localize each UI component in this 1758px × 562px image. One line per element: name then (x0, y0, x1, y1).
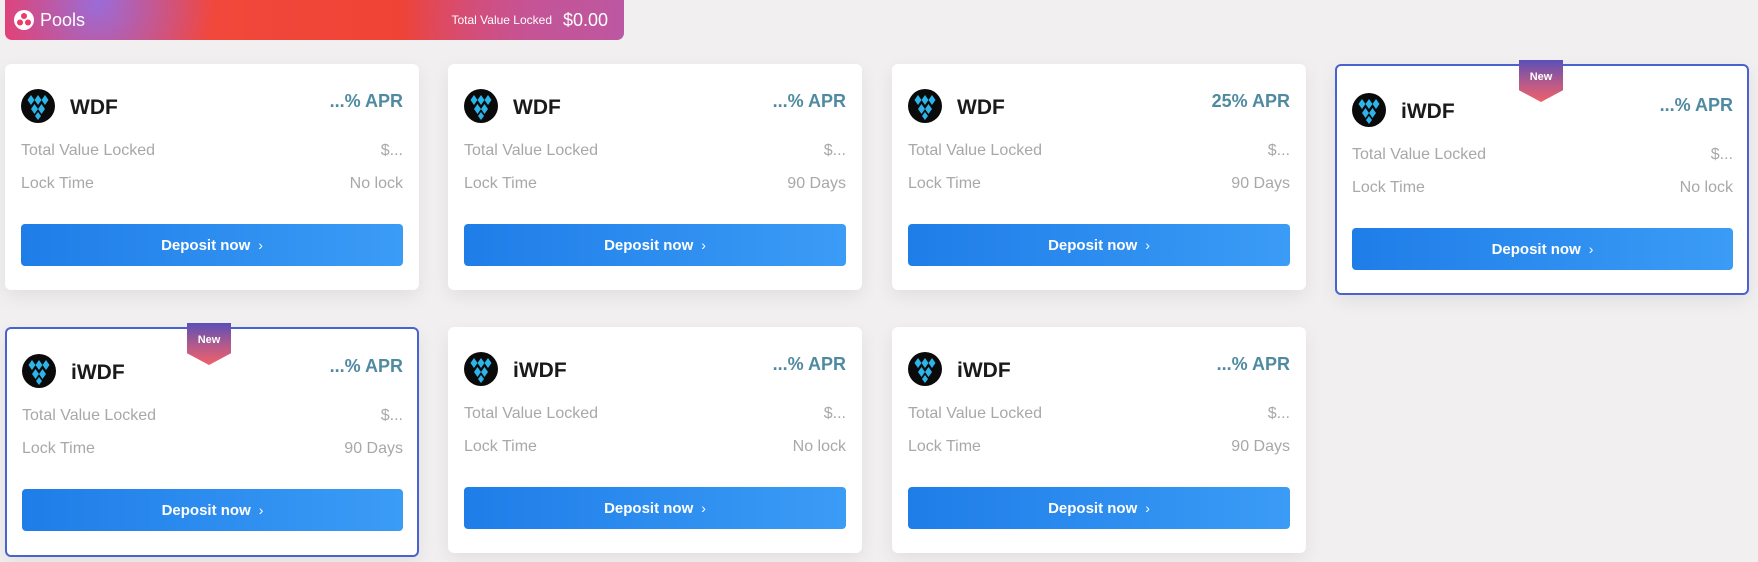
deposit-now-button[interactable]: Deposit now › (908, 224, 1290, 266)
token-name: iWDF (513, 359, 567, 382)
tvl-label: Total Value Locked (22, 407, 157, 424)
pool-card: iWDF ...% APR Total Value Locked $... Lo… (448, 327, 862, 553)
pools-header: Pools Total Value Locked $0.00 (5, 0, 624, 40)
deposit-label: Deposit now (1048, 499, 1138, 517)
lock-time-value: No lock (349, 175, 403, 192)
tvl-label: Total Value Locked (1352, 146, 1487, 163)
pool-card: iWDF ...% APR Total Value Locked $... Lo… (892, 327, 1306, 553)
tvl-label: Total Value Locked (908, 142, 1043, 159)
wdf-token-logo-icon (908, 352, 942, 386)
lock-time-value: 90 Days (344, 440, 403, 457)
apr-value: 25% APR (1211, 91, 1290, 111)
deposit-label: Deposit now (1491, 240, 1581, 258)
lock-time-label: Lock Time (464, 438, 537, 455)
deposit-label: Deposit now (1048, 236, 1138, 254)
total-value-locked-value: $0.00 (562, 10, 608, 30)
chevron-right-icon: › (1145, 500, 1150, 516)
lock-time-label: Lock Time (1352, 179, 1425, 196)
lock-time-label: Lock Time (464, 175, 537, 192)
tvl-label: Total Value Locked (464, 405, 599, 422)
deposit-now-button[interactable]: Deposit now › (21, 224, 403, 266)
apr-value: ...% APR (329, 91, 403, 111)
deposit-label: Deposit now (161, 501, 251, 519)
lock-time-value: 90 Days (1231, 175, 1290, 192)
wdf-token-logo-icon (1352, 93, 1386, 127)
deposit-now-button[interactable]: Deposit now › (464, 487, 846, 529)
token-name: iWDF (957, 359, 1011, 382)
new-badge: New (187, 323, 231, 365)
lock-time-value: 90 Days (787, 175, 846, 192)
tvl-value: $... (823, 142, 846, 159)
wdf-token-logo-icon (21, 89, 55, 123)
tvl-label: Total Value Locked (21, 142, 156, 159)
deposit-now-button[interactable]: Deposit now › (22, 489, 403, 531)
pools-icon (14, 10, 34, 30)
tvl-value: $... (823, 405, 846, 422)
chevron-right-icon: › (1145, 237, 1150, 253)
lock-time-label: Lock Time (908, 438, 981, 455)
apr-value: ...% APR (772, 354, 846, 374)
lock-time-label: Lock Time (908, 175, 981, 192)
tvl-value: $... (380, 407, 403, 424)
deposit-now-button[interactable]: Deposit now › (464, 224, 846, 266)
lock-time-value: 90 Days (1231, 438, 1290, 455)
token-name: WDF (70, 96, 118, 119)
deposit-label: Deposit now (604, 499, 694, 517)
pool-card: WDF ...% APR Total Value Locked $... Loc… (5, 64, 419, 290)
wdf-token-logo-icon (22, 354, 56, 388)
pool-card-new: New iWDF ...% APR Total Value Locked $..… (1335, 60, 1749, 295)
tvl-label: Total Value Locked (908, 405, 1043, 422)
tvl-value: $... (1267, 405, 1290, 422)
apr-value: ...% APR (772, 91, 846, 111)
pool-card: WDF 25% APR Total Value Locked $... Lock… (892, 64, 1306, 290)
chevron-right-icon: › (1588, 241, 1594, 257)
deposit-label: Deposit now (604, 236, 694, 254)
total-value-locked-label: Total Value Locked (451, 13, 552, 27)
pool-card-new: New iWDF ...% APR Total Value Locked $..… (5, 323, 419, 557)
tvl-value: $... (380, 142, 403, 159)
chevron-right-icon: › (258, 237, 263, 253)
token-name: iWDF (71, 361, 125, 384)
token-name: WDF (513, 96, 561, 119)
page-title: Pools (40, 10, 86, 30)
wdf-token-logo-icon (908, 89, 942, 123)
deposit-now-button[interactable]: Deposit now › (1352, 228, 1733, 270)
tvl-value: $... (1710, 146, 1733, 163)
chevron-right-icon: › (701, 237, 706, 253)
apr-value: ...% APR (1659, 95, 1733, 115)
chevron-right-icon: › (258, 502, 264, 518)
lock-time-label: Lock Time (21, 175, 94, 192)
deposit-label: Deposit now (161, 236, 251, 254)
apr-value: ...% APR (329, 356, 403, 376)
wdf-token-logo-icon (464, 89, 498, 123)
lock-time-value: No lock (792, 438, 846, 455)
lock-time-value: No lock (1679, 179, 1733, 196)
wdf-token-logo-icon (464, 352, 498, 386)
pool-card: WDF ...% APR Total Value Locked $... Loc… (448, 64, 862, 290)
tvl-value: $... (1267, 142, 1290, 159)
tvl-label: Total Value Locked (464, 142, 599, 159)
lock-time-label: Lock Time (22, 440, 95, 457)
token-name: iWDF (1401, 100, 1455, 123)
chevron-right-icon: › (701, 500, 706, 516)
new-badge: New (1519, 60, 1563, 102)
apr-value: ...% APR (1216, 354, 1290, 374)
token-name: WDF (957, 96, 1005, 119)
deposit-now-button[interactable]: Deposit now › (908, 487, 1290, 529)
